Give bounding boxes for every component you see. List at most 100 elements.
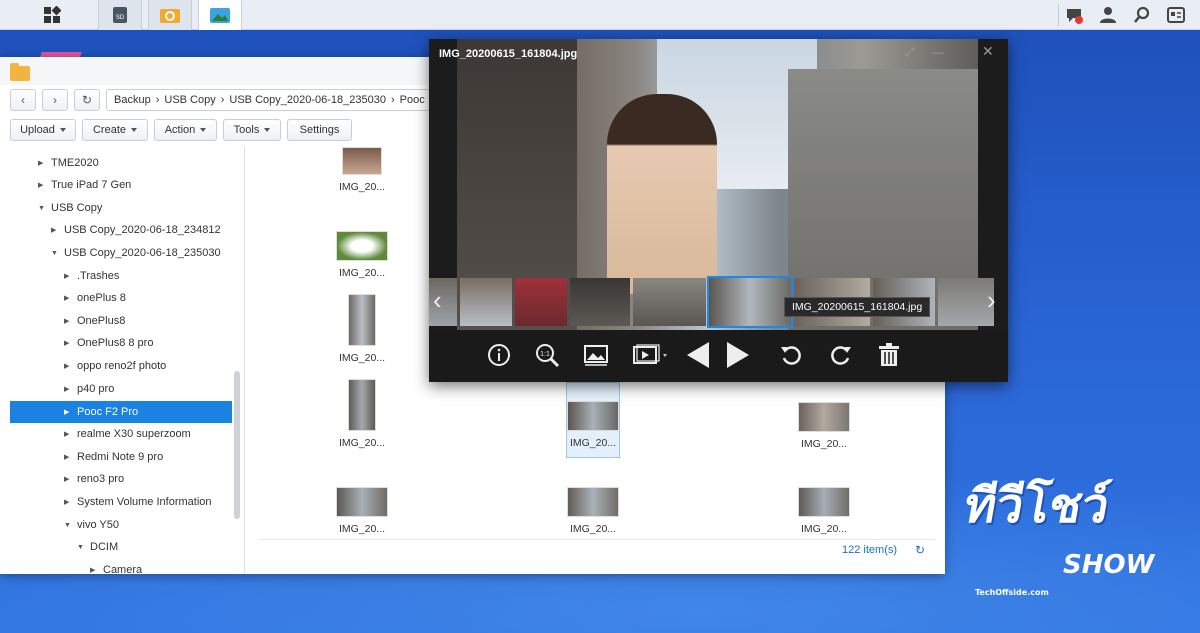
- collapse-arrow-icon[interactable]: ▼: [38, 205, 48, 212]
- tree-item[interactable]: ▶ p40 pro: [64, 378, 114, 400]
- file-thumbnail[interactable]: IMG_20...: [327, 487, 397, 535]
- file-thumbnail[interactable]: IMG_20...: [558, 487, 628, 535]
- expand-arrow-icon[interactable]: ▶: [64, 339, 74, 347]
- tree-item-label: DCIM: [90, 541, 119, 553]
- file-thumbnail[interactable]: IMG_20...: [327, 294, 397, 364]
- create-button[interactable]: Create: [82, 119, 148, 141]
- expand-arrow-icon[interactable]: ▶: [64, 272, 74, 280]
- next-button[interactable]: [723, 341, 753, 369]
- file-label: IMG_20...: [338, 181, 386, 193]
- file-thumbnail-selected[interactable]: IMG_20...: [566, 382, 620, 458]
- upload-button[interactable]: Upload: [10, 119, 76, 141]
- breadcrumb-item[interactable]: USB Copy_2020-06-18_235030: [229, 94, 386, 106]
- user-button[interactable]: [1094, 0, 1122, 30]
- tree-item[interactable]: ▶ OnePlus8 8 pro: [64, 332, 153, 354]
- info-button[interactable]: [485, 341, 513, 369]
- tree-item[interactable]: ▼ USB Copy_2020-06-18_235030: [51, 242, 221, 264]
- close-icon[interactable]: ✕: [982, 43, 994, 60]
- tree-item[interactable]: ▶ USB Copy_2020-06-18_234812: [51, 219, 221, 241]
- file-thumbnail[interactable]: IMG_20...: [327, 147, 397, 193]
- breadcrumb-item[interactable]: Pooc: [400, 94, 425, 106]
- notifications-button[interactable]: [1060, 0, 1088, 30]
- expand-arrow-icon[interactable]: ▶: [64, 294, 74, 302]
- dashboard-icon: [1167, 7, 1185, 23]
- slideshow-button[interactable]: [629, 341, 671, 369]
- image-thumbnail: [348, 379, 376, 431]
- expand-arrow-icon[interactable]: ▶: [38, 181, 48, 189]
- strip-next-icon[interactable]: ›: [987, 285, 996, 316]
- breadcrumb-item[interactable]: USB Copy: [164, 94, 215, 106]
- strip-thumb-current[interactable]: [707, 276, 793, 328]
- tree-item-selected[interactable]: ▶ Pooc F2 Pro: [10, 401, 232, 423]
- tree-item[interactable]: ▶ OnePlus8: [64, 310, 125, 332]
- photo-info-button[interactable]: [581, 341, 611, 369]
- expand-arrow-icon[interactable]: ▶: [64, 430, 74, 438]
- collapse-arrow-icon[interactable]: ▼: [77, 544, 87, 551]
- strip-thumb[interactable]: [938, 278, 994, 326]
- taskbar-file-station[interactable]: [148, 0, 192, 30]
- tools-button[interactable]: Tools: [223, 119, 281, 141]
- tree-item[interactable]: ▶ True iPad 7 Gen: [38, 174, 131, 196]
- tree-item[interactable]: ▶ System Volume Information: [64, 491, 212, 513]
- back-button[interactable]: ‹: [10, 89, 36, 111]
- actual-size-button[interactable]: 1:1: [531, 341, 563, 369]
- expand-arrow-icon[interactable]: ▶: [64, 475, 74, 483]
- expand-arrow-icon[interactable]: ▶: [64, 498, 74, 506]
- minimize-icon[interactable]: —: [932, 45, 944, 59]
- search-button[interactable]: [1128, 0, 1156, 30]
- expand-icon[interactable]: ⤢: [905, 45, 915, 60]
- expand-arrow-icon[interactable]: ▶: [51, 226, 61, 234]
- refresh-icon: ↻: [81, 93, 93, 107]
- strip-thumb[interactable]: [515, 278, 567, 326]
- zoom-actual-size-icon: 1:1: [536, 344, 560, 368]
- tree-item[interactable]: ▼ DCIM: [77, 536, 118, 558]
- tree-item[interactable]: ▶ TME2020: [38, 152, 99, 174]
- expand-arrow-icon[interactable]: ▶: [64, 362, 74, 370]
- collapse-arrow-icon[interactable]: ▼: [64, 522, 74, 529]
- tree-item[interactable]: ▶ .Trashes: [64, 265, 119, 287]
- collapse-arrow-icon[interactable]: ▼: [51, 250, 61, 257]
- expand-arrow-icon[interactable]: ▶: [64, 385, 74, 393]
- tree-item[interactable]: ▶ oppo reno2f photo: [64, 355, 166, 377]
- tree-item[interactable]: ▶ Redmi Note 9 pro: [64, 446, 163, 468]
- file-thumbnail[interactable]: IMG_20...: [327, 379, 397, 449]
- settings-button[interactable]: Settings: [287, 119, 352, 141]
- chevron-left-icon: ‹: [21, 93, 25, 107]
- file-thumbnail[interactable]: IMG_20...: [789, 487, 859, 535]
- expand-arrow-icon[interactable]: ▶: [90, 566, 100, 574]
- refresh-button[interactable]: ↻: [74, 89, 100, 111]
- tree-scrollbar[interactable]: [234, 371, 240, 519]
- strip-thumb[interactable]: [633, 278, 706, 326]
- expand-arrow-icon[interactable]: ▶: [64, 317, 74, 325]
- forward-button[interactable]: ›: [42, 89, 68, 111]
- tree-item[interactable]: ▶ reno3 pro: [64, 468, 124, 490]
- tree-item[interactable]: ▶ realme X30 superzoom: [64, 423, 191, 445]
- tree-item-label: onePlus 8: [77, 292, 126, 304]
- delete-button[interactable]: [875, 341, 903, 369]
- main-menu-button[interactable]: [30, 0, 74, 30]
- rotate-right-button[interactable]: [827, 341, 855, 369]
- tree-item[interactable]: ▼ vivo Y50: [64, 514, 119, 536]
- tree-item[interactable]: ▶ onePlus 8: [64, 287, 126, 309]
- previous-icon: [687, 342, 709, 368]
- rotate-left-button[interactable]: [777, 341, 805, 369]
- action-button[interactable]: Action: [154, 119, 217, 141]
- tree-item[interactable]: ▼ USB Copy: [38, 197, 102, 219]
- file-thumbnail[interactable]: IMG_20...: [789, 402, 859, 450]
- strip-thumb[interactable]: [460, 278, 512, 326]
- photo-subject: [607, 94, 717, 294]
- breadcrumb-separator-icon: ›: [390, 94, 395, 106]
- strip-thumb[interactable]: [570, 278, 630, 326]
- refresh-list-icon[interactable]: ↻: [915, 543, 925, 557]
- tree-item[interactable]: ▶ Camera: [90, 559, 142, 574]
- breadcrumb-item[interactable]: Backup: [114, 94, 151, 106]
- expand-arrow-icon[interactable]: ▶: [38, 159, 48, 167]
- taskbar-usb-copy[interactable]: SD: [98, 0, 142, 30]
- previous-button[interactable]: [683, 341, 713, 369]
- taskbar-photo-viewer[interactable]: [198, 0, 242, 30]
- file-thumbnail[interactable]: IMG_20...: [327, 231, 397, 279]
- expand-arrow-icon[interactable]: ▶: [64, 453, 74, 461]
- widgets-button[interactable]: [1162, 0, 1190, 30]
- expand-arrow-icon[interactable]: ▶: [64, 408, 74, 416]
- strip-prev-icon[interactable]: ‹: [433, 285, 442, 316]
